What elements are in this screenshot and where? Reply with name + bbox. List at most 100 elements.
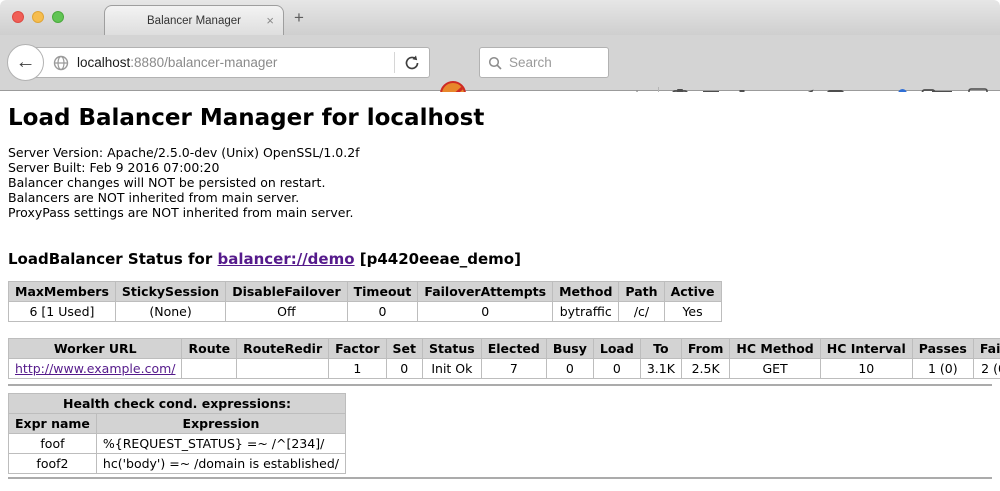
back-icon: ← xyxy=(16,51,36,74)
col-path: Path xyxy=(619,282,664,302)
col-failoverattempts: FailoverAttempts xyxy=(418,282,553,302)
col-expr-name: Expr name xyxy=(9,414,97,434)
col-hc-interval: HC Interval xyxy=(820,339,912,359)
url-domain: localhost xyxy=(77,55,130,70)
col-fails: Fails xyxy=(973,339,1000,359)
cell-maxmembers: 6 [1 Used] xyxy=(9,302,116,322)
col-worker-url: Worker URL xyxy=(9,339,182,359)
balancer-table: MaxMembers StickySession DisableFailover… xyxy=(8,281,722,322)
search-input[interactable] xyxy=(509,55,595,70)
cell-factor: 1 xyxy=(329,359,386,379)
titlebar: Balancer Manager × + xyxy=(0,0,1000,35)
url-path: :8880/balancer-manager xyxy=(130,55,277,70)
minimize-window-button[interactable] xyxy=(32,11,44,23)
health-data-row: foof %{REQUEST_STATUS} =~ /^[234]/ xyxy=(9,434,346,454)
close-window-button[interactable] xyxy=(12,11,24,23)
worker-url-link[interactable]: http://www.example.com/ xyxy=(15,361,175,376)
balancer-data-row: 6 [1 Used] (None) Off 0 0 bytraffic /c/ … xyxy=(9,302,722,322)
cell-timeout: 0 xyxy=(347,302,418,322)
globe-icon xyxy=(53,55,69,71)
status-heading-prefix: LoadBalancer Status for xyxy=(8,250,217,268)
notice-line: Balancer changes will NOT be persisted o… xyxy=(8,175,992,190)
cell-route xyxy=(182,359,237,379)
col-stickysession: StickySession xyxy=(115,282,225,302)
cell-from: 2.5K xyxy=(681,359,730,379)
window-controls xyxy=(12,11,64,23)
url-divider xyxy=(394,52,395,73)
col-hc-method: HC Method xyxy=(730,339,820,359)
worker-header-row: Worker URL Route RouteRedir Factor Set S… xyxy=(9,339,1000,359)
cell-busy: 0 xyxy=(546,359,593,379)
col-maxmembers: MaxMembers xyxy=(9,282,116,302)
search-bar[interactable] xyxy=(479,47,609,78)
tab-close-icon[interactable]: × xyxy=(266,13,274,28)
browser-tab[interactable]: Balancer Manager × xyxy=(104,5,284,35)
health-header-row: Expr name Expression xyxy=(9,414,346,434)
health-data-row: foof2 hc('body') =~ /domain is establish… xyxy=(9,454,346,474)
notice-line: Balancers are NOT inherited from main se… xyxy=(8,190,992,205)
health-table-title: Health check cond. expressions: xyxy=(9,394,346,414)
browser-window: Balancer Manager × + ← localhost:8880/ba… xyxy=(0,0,1000,491)
col-elected: Elected xyxy=(481,339,546,359)
col-timeout: Timeout xyxy=(347,282,418,302)
health-title-row: Health check cond. expressions: xyxy=(9,394,346,414)
server-version-line: Server Version: Apache/2.5.0-dev (Unix) … xyxy=(8,145,992,160)
col-busy: Busy xyxy=(546,339,593,359)
page-title: Load Balancer Manager for localhost xyxy=(8,105,992,131)
col-method: Method xyxy=(553,282,619,302)
cell-method: bytraffic xyxy=(553,302,619,322)
balancer-link[interactable]: balancer://demo xyxy=(217,250,354,268)
cell-disablefailover: Off xyxy=(226,302,347,322)
status-heading-suffix: [p4420eeae_demo] xyxy=(355,250,521,268)
col-to: To xyxy=(640,339,681,359)
health-check-table: Health check cond. expressions: Expr nam… xyxy=(8,393,346,474)
back-button[interactable]: ← xyxy=(7,44,44,81)
col-expression: Expression xyxy=(96,414,345,434)
cell-expression: %{REQUEST_STATUS} =~ /^[234]/ xyxy=(96,434,345,454)
cell-status: Init Ok xyxy=(423,359,482,379)
cell-routeredir xyxy=(237,359,329,379)
cell-worker-url: http://www.example.com/ xyxy=(9,359,182,379)
cell-elected: 7 xyxy=(481,359,546,379)
cell-set: 0 xyxy=(386,359,422,379)
cell-fails: 2 (0) xyxy=(973,359,1000,379)
zoom-window-button[interactable] xyxy=(52,11,64,23)
balancer-header-row: MaxMembers StickySession DisableFailover… xyxy=(9,282,722,302)
url-bar[interactable]: localhost:8880/balancer-manager xyxy=(26,47,430,78)
col-from: From xyxy=(681,339,730,359)
cell-failoverattempts: 0 xyxy=(418,302,553,322)
section-divider xyxy=(8,384,992,386)
col-factor: Factor xyxy=(329,339,386,359)
worker-table: Worker URL Route RouteRedir Factor Set S… xyxy=(8,338,1000,379)
col-disablefailover: DisableFailover xyxy=(226,282,347,302)
col-load: Load xyxy=(593,339,640,359)
col-status: Status xyxy=(423,339,482,359)
col-set: Set xyxy=(386,339,422,359)
tab-title: Balancer Manager xyxy=(147,15,241,27)
search-icon xyxy=(488,56,502,70)
cell-path: /c/ xyxy=(619,302,664,322)
cell-expression: hc('body') =~ /domain is established/ xyxy=(96,454,345,474)
cell-expr-name: foof xyxy=(9,434,97,454)
address-text[interactable]: localhost:8880/balancer-manager xyxy=(77,55,394,70)
col-passes: Passes xyxy=(912,339,973,359)
col-active: Active xyxy=(664,282,721,302)
notice-line: ProxyPass settings are NOT inherited fro… xyxy=(8,205,992,220)
reload-icon[interactable] xyxy=(403,54,421,72)
cell-load: 0 xyxy=(593,359,640,379)
cell-stickysession: (None) xyxy=(115,302,225,322)
server-built-line: Server Built: Feb 9 2016 07:00:20 xyxy=(8,160,992,175)
server-info: Server Version: Apache/2.5.0-dev (Unix) … xyxy=(8,145,992,220)
cell-hc-method: GET xyxy=(730,359,820,379)
new-tab-button[interactable]: + xyxy=(294,8,304,28)
bottom-divider xyxy=(8,477,992,479)
loadbalancer-status-heading: LoadBalancer Status for balancer://demo … xyxy=(8,250,992,268)
col-route: Route xyxy=(182,339,237,359)
page-content: Load Balancer Manager for localhost Serv… xyxy=(0,92,1000,491)
navigation-toolbar: ← localhost:8880/balancer-manager xyxy=(0,35,1000,91)
cell-expr-name: foof2 xyxy=(9,454,97,474)
cell-passes: 1 (0) xyxy=(912,359,973,379)
cell-active: Yes xyxy=(664,302,721,322)
col-routeredir: RouteRedir xyxy=(237,339,329,359)
cell-to: 3.1K xyxy=(640,359,681,379)
